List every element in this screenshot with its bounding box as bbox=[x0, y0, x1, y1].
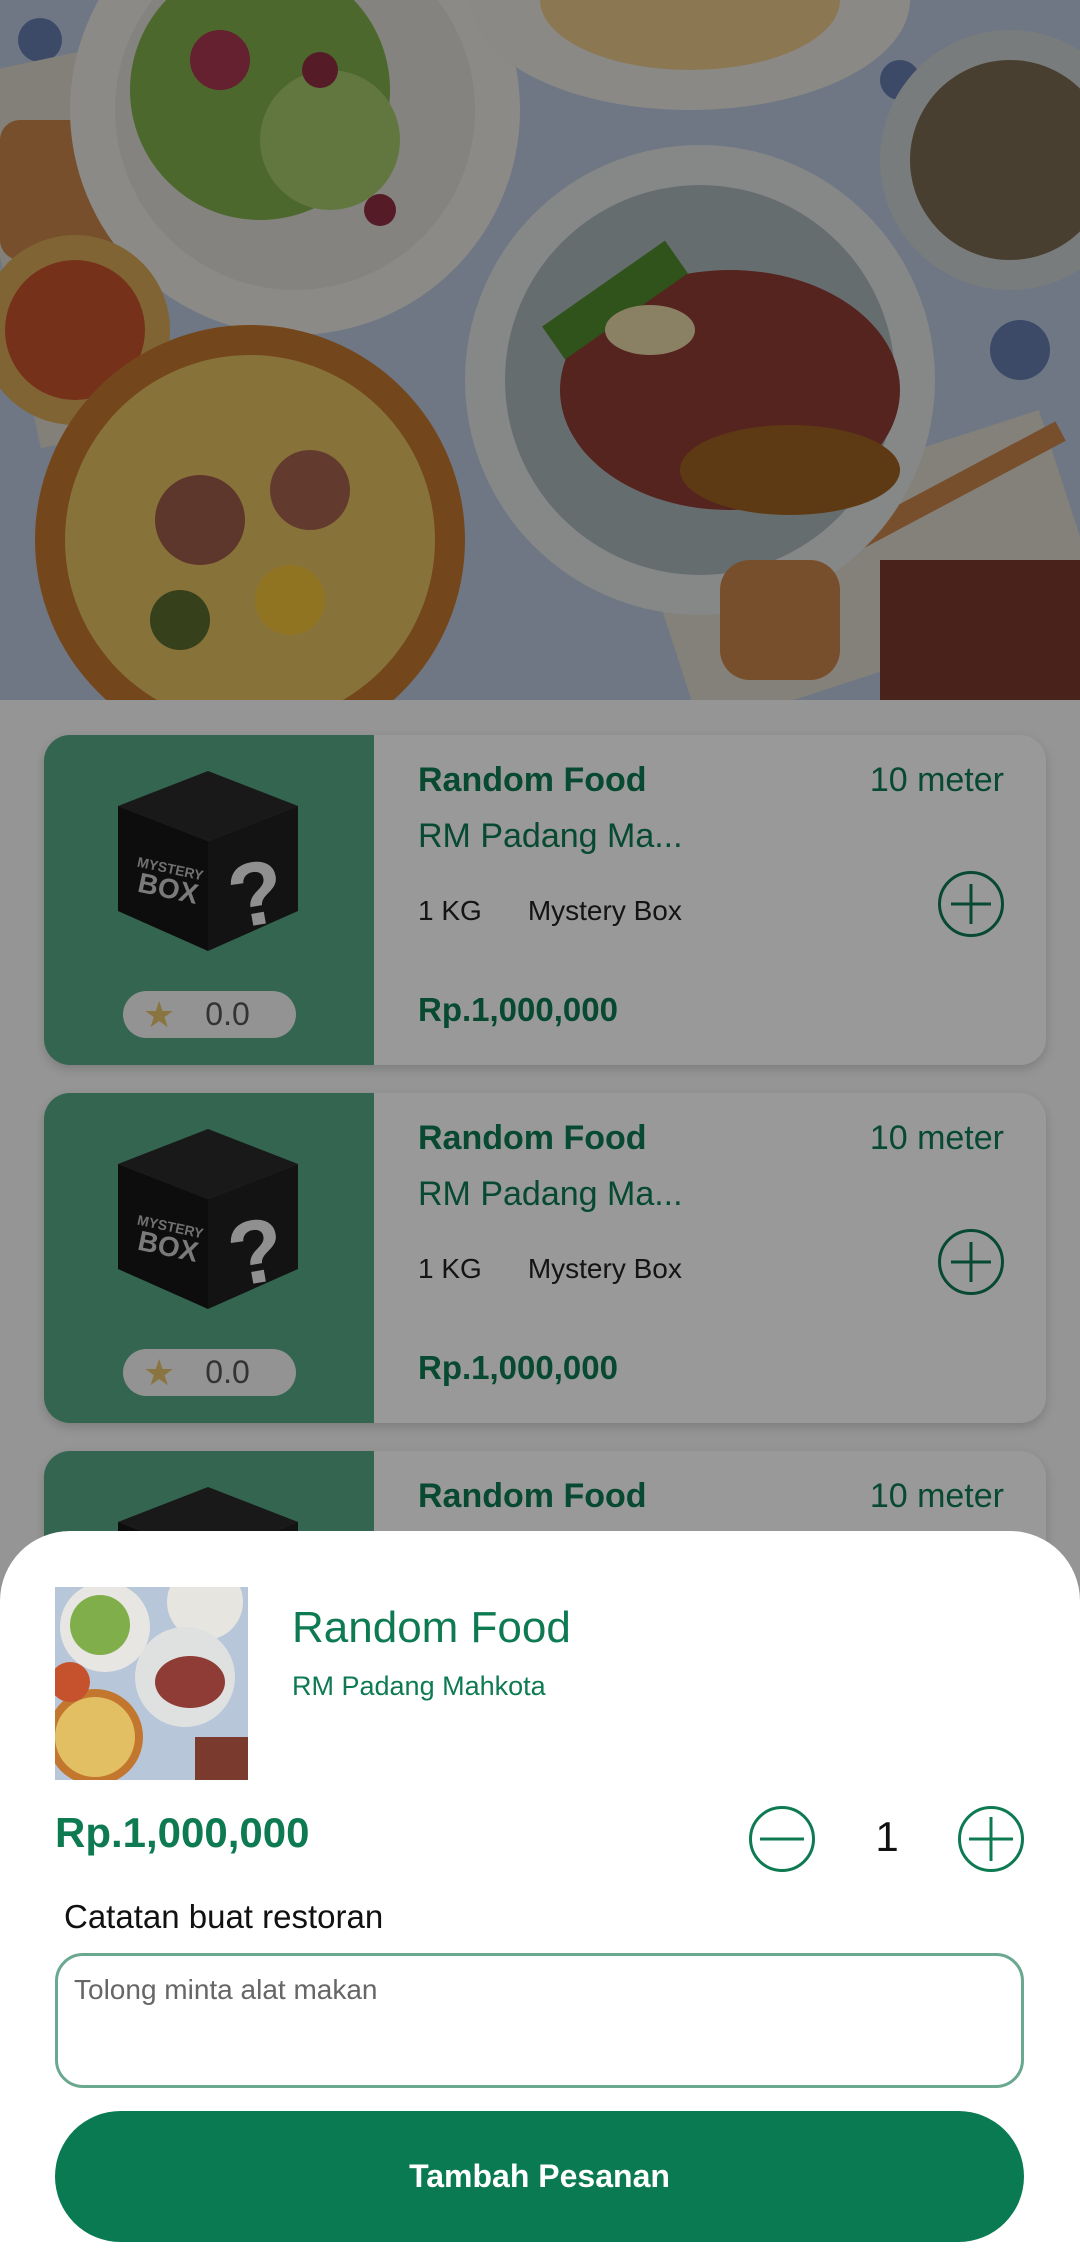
quantity-value: 1 bbox=[875, 1813, 899, 1860]
minus-circle-icon[interactable] bbox=[749, 1806, 815, 1872]
note-label: Catatan buat restoran bbox=[64, 1898, 384, 1935]
sheet-price: Rp.1,000,000 bbox=[55, 1809, 310, 1856]
sheet-title: Random Food bbox=[292, 1603, 571, 1652]
order-bottom-sheet: Random Food RM Padang Mahkota Rp.1,000,0… bbox=[0, 1531, 1080, 2259]
food-thumbnail bbox=[55, 1587, 248, 1780]
sheet-restaurant: RM Padang Mahkota bbox=[292, 1671, 546, 1701]
plus-circle-icon[interactable] bbox=[958, 1806, 1024, 1872]
add-order-button[interactable]: Tambah Pesanan bbox=[55, 2111, 1024, 2242]
note-input[interactable] bbox=[55, 1953, 1024, 2088]
food-photo bbox=[55, 1587, 248, 1780]
